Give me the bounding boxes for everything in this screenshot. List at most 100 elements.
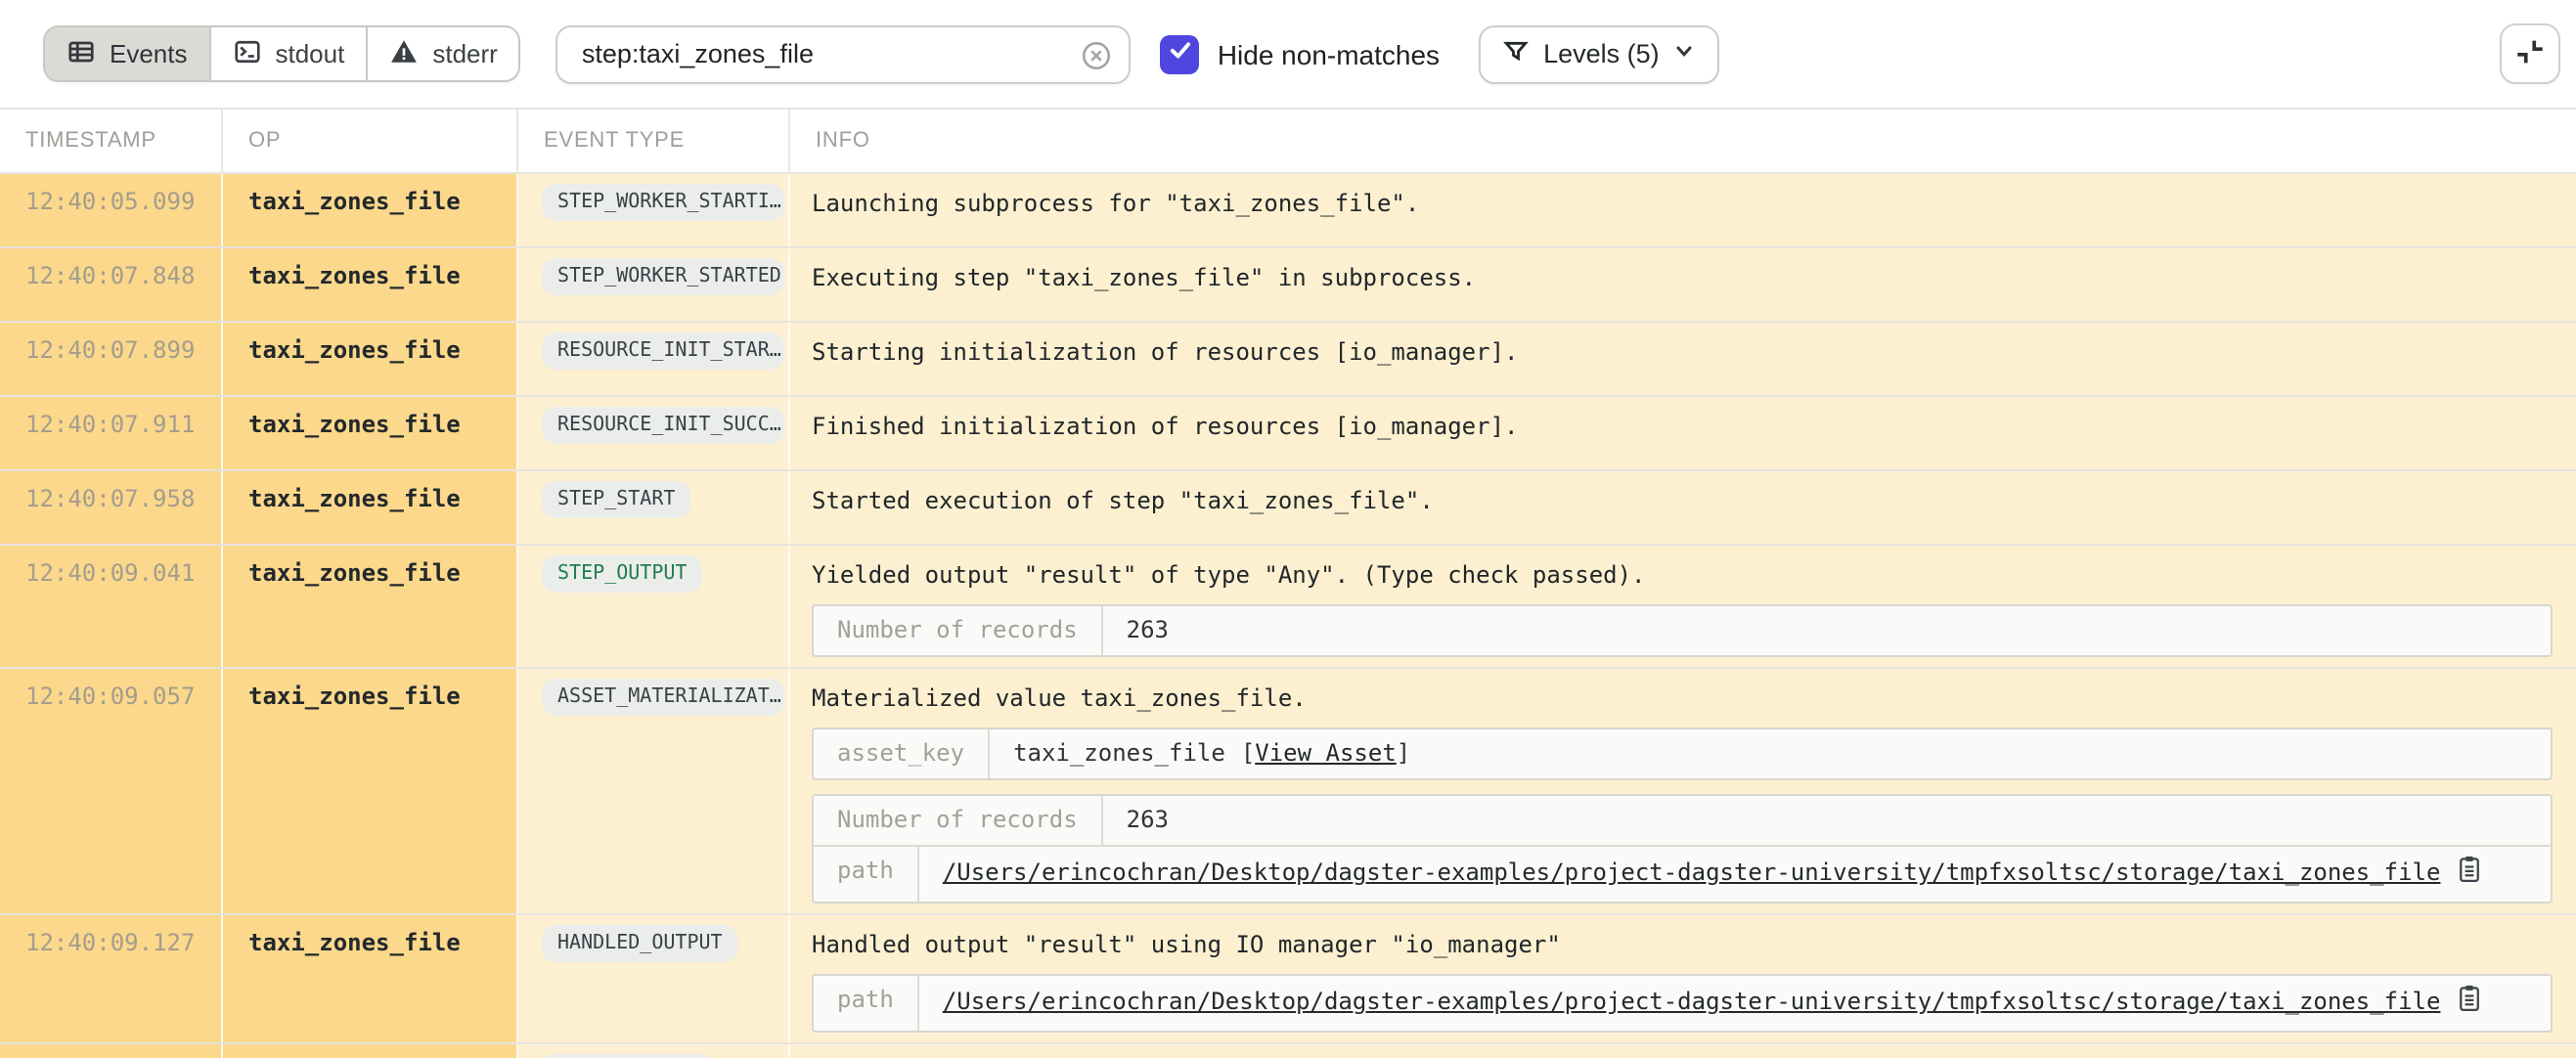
log-message: Materialized value taxi_zones_file. [812, 669, 2553, 714]
log-message: Started execution of step "taxi_zones_fi… [812, 471, 2553, 516]
warning-icon [389, 36, 419, 71]
log-info-cell: Executing step "taxi_zones_file" in subp… [790, 248, 2576, 321]
metadata-row: Number of records263 [814, 606, 2551, 655]
log-op: taxi_zones_file [223, 471, 518, 544]
log-row[interactable]: 12:40:09.136taxi_zones_file STEP_SUCCESS F… [0, 1044, 2576, 1058]
log-info-cell: Finished initialization of resources [io… [790, 397, 2576, 469]
event-type-badge: STEP_WORKER_STARTED [542, 258, 784, 295]
log-timestamp: 12:40:07.958 [0, 471, 223, 544]
terminal-icon [233, 36, 262, 71]
collapse-panel-icon [2513, 34, 2547, 73]
column-header-info: INFO [790, 110, 2576, 172]
log-row[interactable]: 12:40:09.041taxi_zones_file STEP_OUTPUT Yi… [0, 546, 2576, 669]
event-type-badge: STEP_SUCCESS [542, 1054, 715, 1058]
log-message: Yielded output "result" of type "Any". (… [812, 546, 2553, 591]
metadata-value: 263 [1103, 606, 2551, 655]
log-message: Finished initialization of resources [io… [812, 397, 2553, 442]
log-info-cell: Starting initialization of resources [io… [790, 323, 2576, 395]
clipboard-copy-icon[interactable] [2456, 855, 2481, 894]
log-row[interactable]: 12:40:09.057 taxi_zones_file ASSET_MATERIA… [0, 669, 2576, 915]
metadata-row: Number of records263 [814, 796, 2551, 845]
log-info-cell: Launching subprocess for "taxi_zones_fil… [790, 174, 2576, 246]
hide-non-matches-checkbox[interactable] [1161, 34, 1200, 73]
event-type-badge: HANDLED_OUTPUT [542, 925, 738, 962]
log-info-cell: Handled output "result" using IO manager… [790, 915, 2576, 1042]
hide-non-matches-control[interactable]: Hide non-matches [1161, 34, 1440, 73]
log-event-type-cell: RESOURCE_INIT_SUCC… [518, 397, 790, 469]
metadata-value-text: taxi_zones_file [1013, 739, 1225, 767]
metadata-row: path/Users/erincochran/Desktop/dagster-e… [814, 976, 2551, 1031]
log-event-type-cell: STEP_WORKER_STARTED [518, 248, 790, 321]
tab-events[interactable]: Events [45, 27, 209, 80]
metadata-table: path/Users/erincochran/Desktop/dagster-e… [812, 974, 2553, 1033]
metadata-value: 263 [1103, 796, 2551, 845]
log-op: taxi_zones_file [223, 323, 518, 395]
log-op: taxi_zones_file [223, 248, 518, 321]
clear-circle-icon[interactable] [1081, 38, 1114, 71]
log-message: Handled output "result" using IO manager… [812, 915, 2553, 960]
clipboard-copy-icon[interactable] [2456, 984, 2481, 1023]
tab-stdout-label: stdout [276, 39, 345, 68]
log-timestamp: 12:40:09.057 [0, 669, 223, 913]
metadata-table: Number of records263path/Users/erincochr… [812, 794, 2553, 904]
column-header-timestamp: TIMESTAMP [0, 110, 223, 172]
levels-button-label: Levels (5) [1543, 39, 1660, 68]
log-timestamp: 12:40:09.136 [0, 1044, 223, 1058]
path-link[interactable]: /Users/erincochran/Desktop/dagster-examp… [943, 859, 2441, 886]
log-table-header: TIMESTAMP OP EVENT TYPE INFO [0, 108, 2576, 174]
event-type-badge: RESOURCE_INIT_SUCC… [542, 407, 784, 444]
collapse-panel-button[interactable] [2500, 23, 2560, 84]
metadata-value-text: 263 [1127, 616, 1169, 643]
log-timestamp: 12:40:09.041 [0, 546, 223, 667]
view-asset-link[interactable]: View Asset [1255, 739, 1397, 767]
log-op: taxi_zones_file [223, 915, 518, 1042]
log-info-cell: Materialized value taxi_zones_file.asset… [790, 669, 2576, 913]
event-type-badge: STEP_OUTPUT [542, 555, 702, 593]
metadata-label: path [814, 976, 919, 1031]
log-info-cell: Started execution of step "taxi_zones_fi… [790, 471, 2576, 544]
log-event-type-cell: STEP_WORKER_STARTI… [518, 174, 790, 246]
log-op: taxi_zones_file [223, 546, 518, 667]
log-timestamp: 12:40:05.099 [0, 174, 223, 246]
metadata-row: path/Users/erincochran/Desktop/dagster-e… [814, 845, 2551, 902]
column-header-op: OP [223, 110, 518, 172]
event-type-badge: ASSET_MATERIALIZAT… [542, 679, 784, 716]
log-row[interactable]: 12:40:07.958taxi_zones_file STEP_START Sta… [0, 471, 2576, 546]
log-row[interactable]: 12:40:05.099taxi_zones_fileSTEP_WORKER_S… [0, 174, 2576, 248]
log-row[interactable]: 12:40:07.899taxi_zones_file RESOURCE_INIT… [0, 323, 2576, 397]
log-message: Launching subprocess for "taxi_zones_fil… [812, 174, 2553, 219]
tab-stderr[interactable]: stderr [366, 27, 518, 80]
log-info-cell: Finished execution of step "taxi_zones_f… [790, 1044, 2576, 1058]
tab-stdout[interactable]: stdout [209, 27, 367, 80]
tab-stderr-label: stderr [432, 39, 497, 68]
log-rows-container: 12:40:05.099taxi_zones_fileSTEP_WORKER_S… [0, 174, 2576, 1058]
metadata-label: asset_key [814, 729, 990, 778]
path-link[interactable]: /Users/erincochran/Desktop/dagster-examp… [943, 988, 2441, 1015]
log-timestamp: 12:40:07.848 [0, 248, 223, 321]
event-type-badge: RESOURCE_INIT_STAR… [542, 332, 784, 370]
event-type-badge: STEP_WORKER_STARTI… [542, 184, 784, 221]
log-timestamp: 12:40:07.899 [0, 323, 223, 395]
log-event-type-cell: HANDLED_OUTPUT [518, 915, 790, 1042]
log-event-type-cell: STEP_START [518, 471, 790, 544]
levels-filter-button[interactable]: Levels (5) [1479, 24, 1720, 83]
log-row[interactable]: 12:40:07.848taxi_zones_file STEP_WORKER_S… [0, 248, 2576, 323]
log-row[interactable]: 12:40:07.911taxi_zones_fileRESOURCE_INIT… [0, 397, 2576, 471]
event-type-badge: STEP_START [542, 481, 690, 518]
log-timestamp: 12:40:09.127 [0, 915, 223, 1042]
log-row[interactable]: 12:40:09.127taxi_zones_file HANDLED_OUTPU… [0, 915, 2576, 1044]
metadata-label: path [814, 847, 919, 902]
metadata-table: asset_keytaxi_zones_file[View Asset] [812, 727, 2553, 780]
metadata-value: /Users/erincochran/Desktop/dagster-examp… [919, 976, 2551, 1031]
metadata-value: taxi_zones_file[View Asset] [990, 729, 2551, 778]
log-info-cell: Yielded output "result" of type "Any". (… [790, 546, 2576, 667]
log-event-type-cell: ASSET_MATERIALIZAT… [518, 669, 790, 913]
log-event-type-cell: STEP_SUCCESS [518, 1044, 790, 1058]
tab-events-label: Events [110, 39, 188, 68]
table-icon [67, 36, 96, 71]
log-filter-input[interactable] [558, 39, 1130, 68]
log-op: taxi_zones_file [223, 1044, 518, 1058]
chevron-down-icon [1673, 39, 1697, 68]
log-event-type-cell: RESOURCE_INIT_STAR… [518, 323, 790, 395]
column-header-event-type: EVENT TYPE [518, 110, 790, 172]
